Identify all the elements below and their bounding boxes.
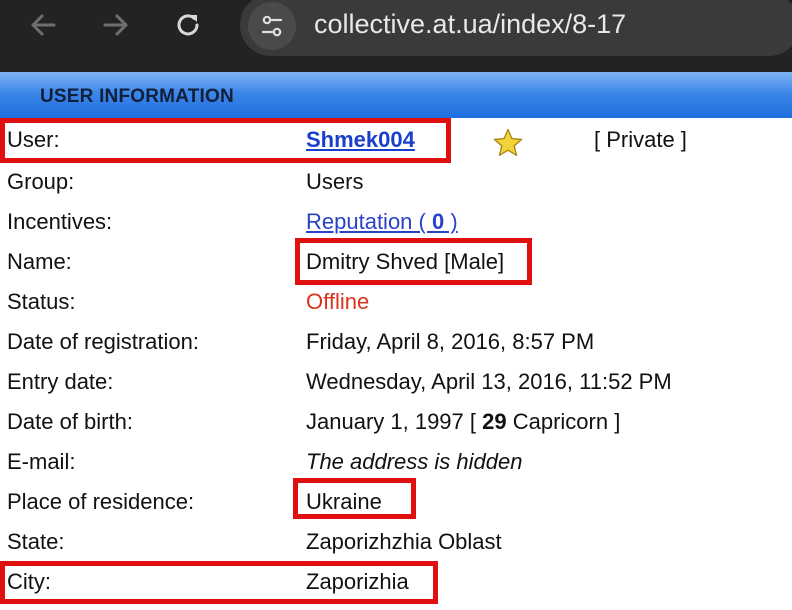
city-value: Zaporizhia — [306, 569, 409, 594]
name-value: Dmitry Shved [Male] — [306, 249, 505, 274]
back-button[interactable] — [24, 6, 62, 44]
forward-button[interactable] — [97, 6, 135, 44]
email-value: The address is hidden — [306, 449, 523, 474]
reputation-count[interactable]: 0 — [432, 209, 444, 234]
reputation-link-prefix[interactable]: Reputation ( — [306, 209, 432, 234]
group-value: Users — [306, 169, 364, 194]
reputation-link[interactable]: Reputation ( 0 ) — [306, 209, 458, 235]
section-title: USER INFORMATION — [40, 86, 234, 107]
reload-icon — [177, 14, 199, 36]
residence-value: Ukraine — [306, 489, 382, 514]
private-label: [ Private ] — [594, 127, 687, 152]
residence-label: Place of residence: — [7, 489, 195, 514]
status-value: Offline — [306, 289, 370, 314]
birth-value: January 1, 1997 [ 29 Capricorn ] — [306, 409, 620, 435]
city-label: City: — [7, 569, 51, 594]
url-text[interactable]: collective.at.ua/index/8-17 — [314, 8, 626, 40]
state-value: Zaporizhzhia Oblast — [306, 529, 502, 554]
entry-date-value: Wednesday, April 13, 2016, 11:52 PM — [306, 369, 672, 394]
entry-date-label: Entry date: — [7, 369, 114, 394]
username-text[interactable]: Shmek004 — [306, 127, 415, 152]
group-label: Group: — [7, 169, 75, 194]
status-label: Status: — [7, 289, 76, 314]
reload-button[interactable] — [169, 6, 207, 44]
email-label: E-mail: — [7, 449, 76, 474]
birth-date: January 1, 1997 [ — [306, 409, 483, 434]
username-link[interactable]: Shmek004 — [306, 127, 415, 153]
site-info-button[interactable] — [248, 2, 296, 50]
birth-label: Date of birth: — [7, 409, 133, 434]
reputation-link-suffix[interactable]: ) — [444, 209, 457, 234]
tune-icon — [261, 15, 283, 37]
registration-value: Friday, April 8, 2016, 8:57 PM — [306, 329, 595, 354]
star-icon — [493, 128, 523, 156]
arrow-right-icon — [103, 14, 128, 36]
user-label: User: — [7, 127, 60, 152]
state-label: State: — [7, 529, 65, 554]
zodiac-sign: Capricorn ] — [506, 409, 621, 434]
browser-toolbar: collective.at.ua/index/8-17 — [0, 0, 792, 72]
name-label: Name: — [7, 249, 72, 274]
arrow-left-icon — [31, 14, 56, 36]
registration-label: Date of registration: — [7, 329, 199, 354]
incentives-label: Incentives: — [7, 209, 113, 234]
age-value: 29 — [482, 409, 507, 434]
